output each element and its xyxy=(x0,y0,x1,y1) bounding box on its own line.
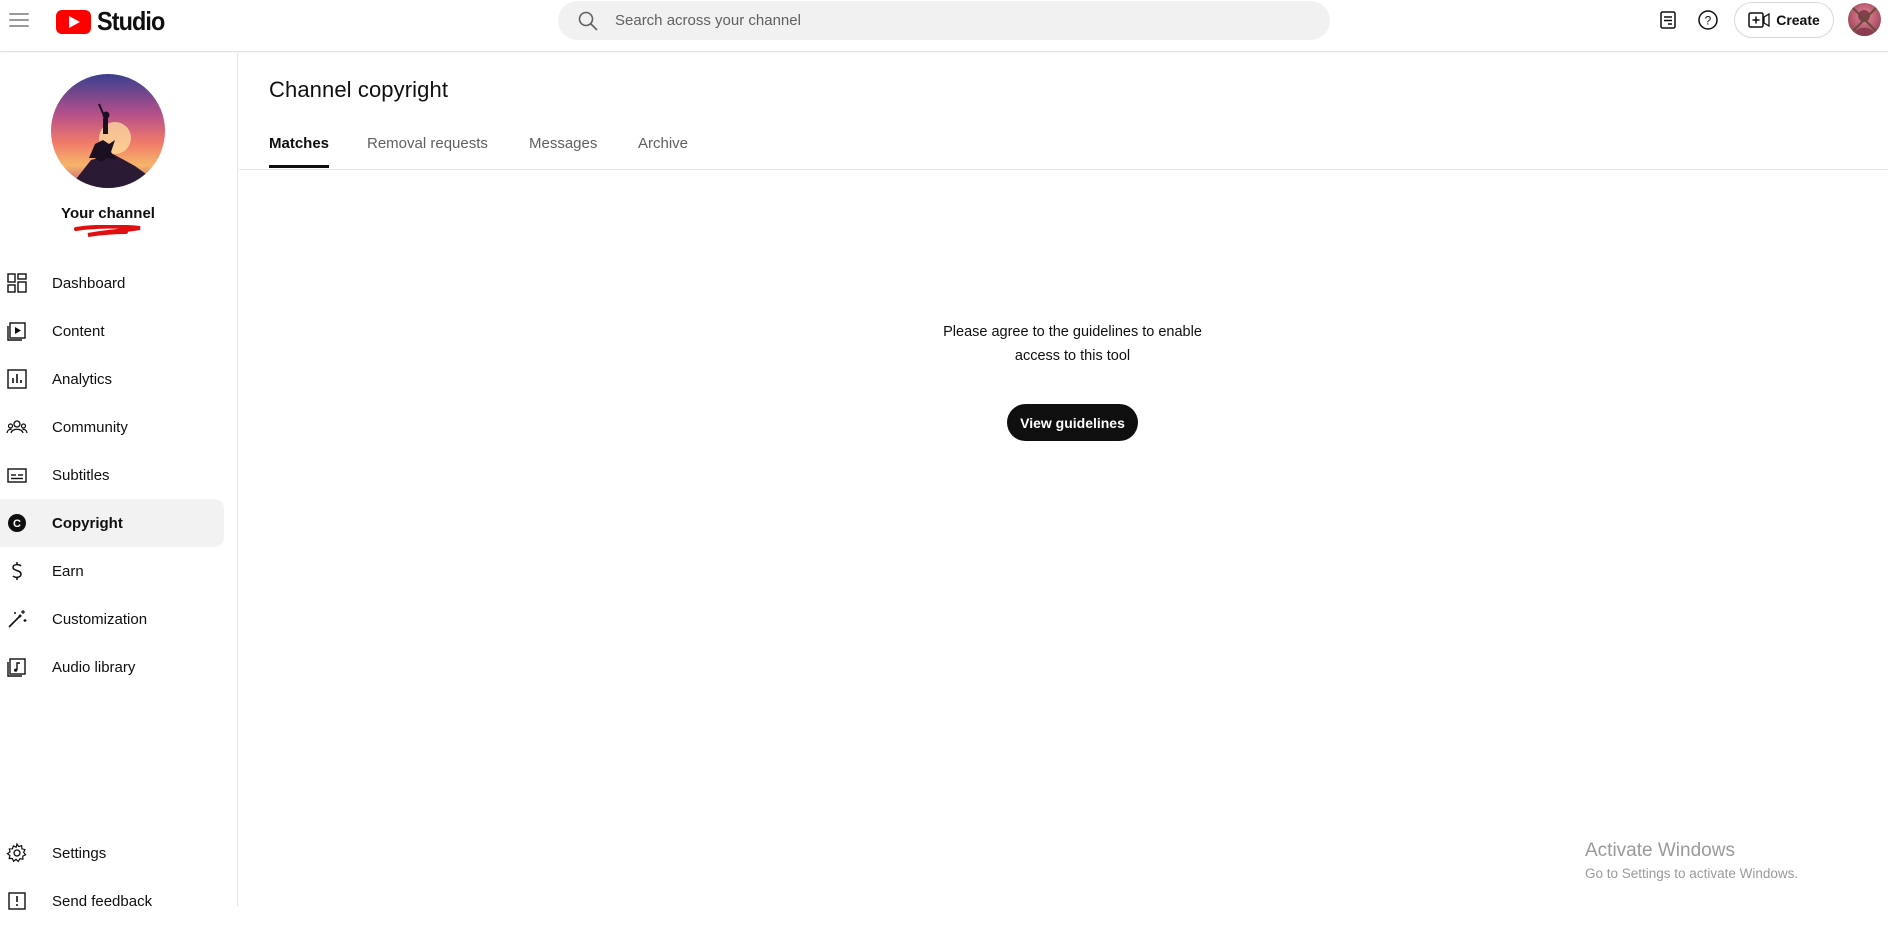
search-input[interactable] xyxy=(613,11,1213,30)
top-header: Studio ? Create xyxy=(0,0,1888,52)
feedback-icon xyxy=(8,892,26,910)
create-video-icon xyxy=(1748,12,1770,28)
youtube-play-icon xyxy=(56,9,91,34)
sidebar-item-label: Dashboard xyxy=(52,274,126,292)
help-icon[interactable]: ? xyxy=(1696,8,1720,32)
sidebar-item-audio-library[interactable]: Audio library xyxy=(0,643,224,691)
svg-text:C: C xyxy=(13,518,21,530)
sidebar-item-label: Send feedback xyxy=(52,892,153,910)
sidebar-item-label: Copyright xyxy=(52,514,123,532)
logo-text: Studio xyxy=(97,6,165,36)
svg-text:?: ? xyxy=(1705,14,1712,28)
sidebar-item-community[interactable]: Community xyxy=(0,403,224,451)
copyright-icon: C xyxy=(8,514,26,532)
watermark-title: Activate Windows xyxy=(1585,840,1735,861)
tab-removal-requests[interactable]: Removal requests xyxy=(367,135,488,152)
sidebar-item-label: Community xyxy=(52,418,128,436)
sidebar-item-label: Customization xyxy=(52,610,148,628)
sidebar-item-dashboard[interactable]: Dashboard xyxy=(0,259,224,307)
message-line-2: access to this tool xyxy=(1014,348,1131,364)
studio-logo[interactable]: Studio xyxy=(56,6,172,37)
search-bar[interactable] xyxy=(558,1,1330,40)
sidebar-item-label: Analytics xyxy=(52,370,113,388)
channel-name: Your channel xyxy=(61,205,155,222)
content-icon xyxy=(7,322,26,341)
channel-avatar[interactable] xyxy=(51,74,165,188)
dashboard-icon xyxy=(7,273,27,293)
sidebar-item-send-feedback[interactable]: Send feedback xyxy=(0,877,224,925)
magic-wand-icon xyxy=(8,610,27,628)
create-label: Create xyxy=(1776,12,1820,28)
audio-library-icon xyxy=(7,658,26,677)
sidebar-item-content[interactable]: Content xyxy=(0,307,224,355)
tab-messages[interactable]: Messages xyxy=(529,135,597,152)
activate-windows-watermark: Activate Windows Go to Settings to activ… xyxy=(1585,840,1798,881)
sidebar-item-copyright[interactable]: C Copyright xyxy=(0,499,224,547)
view-guidelines-button[interactable]: View guidelines xyxy=(1007,404,1138,441)
sidebar-item-label: Subtitles xyxy=(52,466,110,484)
menu-icon[interactable] xyxy=(9,10,29,28)
account-avatar[interactable] xyxy=(1848,3,1881,36)
sidebar: Your channel Dashboard Content Analytics xyxy=(0,53,238,910)
community-icon xyxy=(6,420,28,434)
watermark-subtitle: Go to Settings to activate Windows. xyxy=(1585,866,1799,881)
guidelines-message: Please agree to the guidelines to enable… xyxy=(900,320,1245,368)
sidebar-item-label: Audio library xyxy=(52,658,136,676)
subtitles-icon xyxy=(7,468,27,483)
sidebar-item-label: Settings xyxy=(52,844,107,862)
sidebar-item-customization[interactable]: Customization xyxy=(0,595,224,643)
sidebar-item-label: Content xyxy=(52,322,105,340)
tab-bar: Matches Removal requests Messages Archiv… xyxy=(239,124,1888,170)
analytics-icon xyxy=(7,369,27,389)
sidebar-item-subtitles[interactable]: Subtitles xyxy=(0,451,224,499)
tab-archive[interactable]: Archive xyxy=(638,135,688,152)
sidebar-item-analytics[interactable]: Analytics xyxy=(0,355,224,403)
notes-icon[interactable] xyxy=(1656,8,1680,32)
gear-icon xyxy=(6,842,27,863)
page-title: Channel copyright xyxy=(269,77,449,102)
redaction-mark xyxy=(74,225,141,237)
sidebar-item-label: Earn xyxy=(52,562,84,580)
sidebar-item-earn[interactable]: Earn xyxy=(0,547,224,595)
tab-matches[interactable]: Matches xyxy=(269,135,330,168)
message-line-1: Please agree to the guidelines to enable xyxy=(943,324,1202,340)
earn-icon xyxy=(12,562,22,580)
create-button[interactable]: Create xyxy=(1734,2,1834,38)
search-icon[interactable] xyxy=(576,9,600,33)
sidebar-item-settings[interactable]: Settings xyxy=(0,829,224,877)
